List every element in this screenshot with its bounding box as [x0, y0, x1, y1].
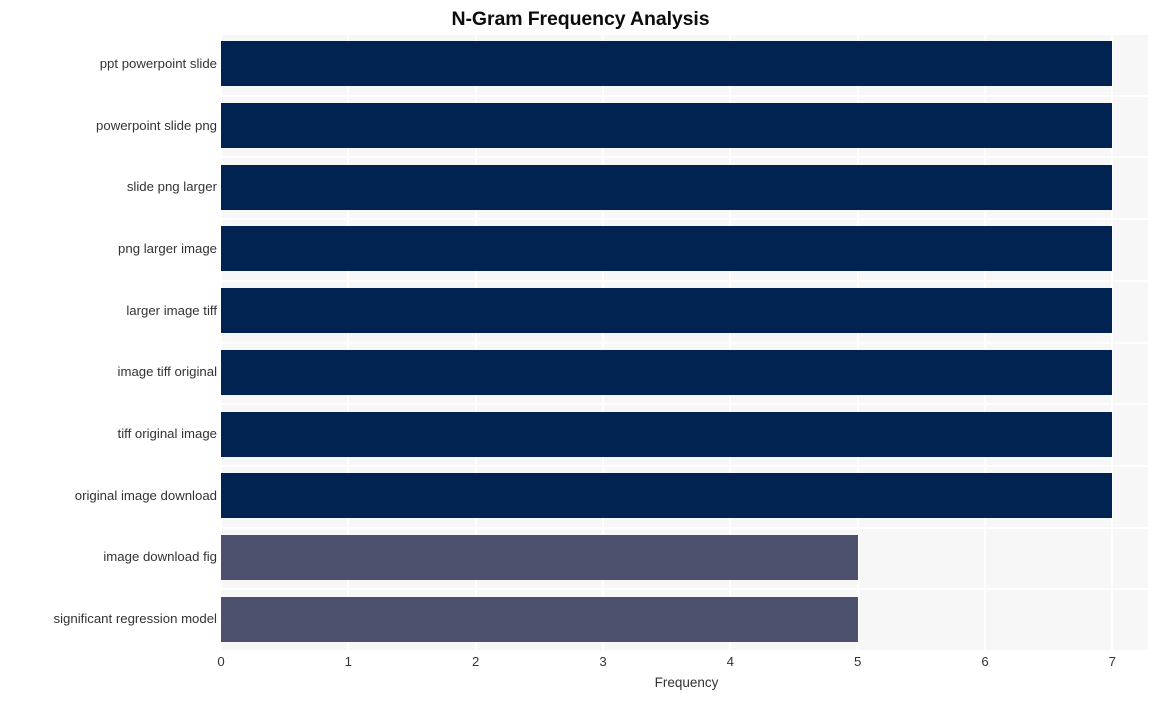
y-gridline	[221, 218, 1148, 220]
y-axis-tick-label: ppt powerpoint slide	[99, 55, 217, 71]
y-gridline	[221, 465, 1148, 467]
y-gridline	[221, 156, 1148, 158]
x-axis-tick-label: 6	[981, 654, 989, 669]
bar	[221, 534, 858, 580]
x-axis-tick-label: 0	[217, 654, 225, 669]
y-gridline	[221, 588, 1148, 590]
y-axis-tick-label: tiff original image	[117, 426, 217, 442]
y-gridline	[221, 33, 1148, 35]
y-gridline	[221, 280, 1148, 282]
y-gridline	[221, 527, 1148, 529]
y-gridline	[221, 342, 1148, 344]
x-axis-tick-label: 1	[344, 654, 352, 669]
bar	[221, 596, 858, 642]
y-axis-tick-label: original image download	[74, 487, 217, 503]
y-axis-tick-label: png larger image	[118, 240, 217, 256]
x-axis-tick-label: 3	[599, 654, 607, 669]
y-axis-tick-label: larger image tiff	[126, 302, 217, 318]
bar	[221, 41, 1113, 87]
bar	[221, 411, 1113, 457]
y-axis-tick-label: image download fig	[103, 549, 217, 565]
y-axis-tick-label: image tiff original	[117, 364, 217, 380]
bar	[221, 103, 1113, 149]
bar	[221, 349, 1113, 395]
bar	[221, 288, 1113, 334]
bar	[221, 164, 1113, 210]
y-axis-tick-label: significant regression model	[53, 611, 217, 627]
x-axis-label: Frequency	[654, 675, 719, 690]
y-axis-tick-label: slide png larger	[126, 179, 217, 195]
chart-title: N-Gram Frequency Analysis	[451, 8, 710, 30]
bar	[221, 226, 1113, 272]
x-axis-tick-label: 2	[471, 654, 480, 669]
y-axis-tick-label: powerpoint slide png	[96, 117, 217, 133]
x-axis-tick-label: 7	[1108, 654, 1117, 669]
x-axis-tick-label: 4	[726, 654, 734, 669]
x-axis-tick-label: 5	[854, 654, 862, 669]
y-gridline	[221, 95, 1148, 97]
plot-area	[221, 33, 1148, 650]
y-gridline	[221, 403, 1148, 405]
chart-figure: N-Gram Frequency Analysis Frequency ppt …	[0, 0, 1161, 701]
bar	[221, 473, 1113, 519]
